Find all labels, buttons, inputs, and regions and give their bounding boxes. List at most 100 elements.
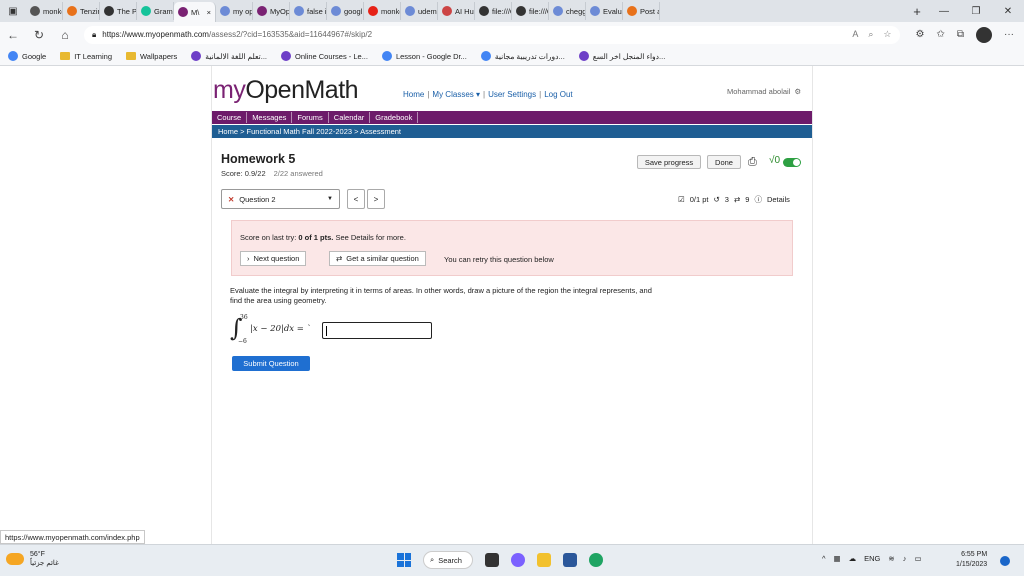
browser-tab[interactable]: chegg [549,2,586,20]
close-tab-icon[interactable]: × [207,8,211,17]
save-progress-button[interactable]: Save progress [637,155,701,169]
collections-icon[interactable]: ⧉ [957,29,964,40]
logout-link[interactable]: Log Out [544,90,572,99]
browser-tab[interactable]: AI Hus [438,2,475,20]
details-link[interactable]: Details [767,195,790,204]
clock[interactable]: 6:55 PM 1/15/2023 [956,550,987,570]
info-icon[interactable]: ⓘ [754,194,762,205]
done-button[interactable]: Done [707,155,741,169]
browser-tab[interactable]: monke [364,2,401,20]
next-question-button[interactable]: › Next question [240,251,307,266]
browser-tab[interactable]: The Pe [100,2,137,20]
browser-tab[interactable]: Post a [623,2,660,20]
weather-widget[interactable]: 56°F غائم جزئياً [6,550,59,568]
tray-app-icon[interactable]: ▦ [834,554,841,563]
url-actions: A ⌕ ☆ [852,29,891,40]
taskbar: 56°F غائم جزئياً ⌕ Search ^ ▦ ☁ ENG ≋ ♪ ▭… [0,544,1024,576]
browser-tab[interactable]: Tenzin [63,2,100,20]
site-icon [578,51,589,61]
tab-favicon-icon [141,6,151,16]
course-menu-item[interactable]: Messages [247,112,293,123]
profile-avatar[interactable] [976,26,992,43]
browser-tab[interactable]: file:///C [512,2,549,20]
browser-tab[interactable]: MyOp [253,2,290,20]
my-classes-link[interactable]: My Classes ▾ [432,90,480,99]
integrand: |x − 20|dx = ` [250,324,311,334]
browser-tab[interactable]: monke [26,2,63,20]
bookmark-item[interactable]: Google [8,51,46,61]
logo-rest: OpenMath [245,76,359,104]
language-indicator[interactable]: ENG [864,554,880,563]
home-icon[interactable]: ⌂ [52,28,78,42]
browser-tab[interactable]: my op [216,2,253,20]
bookmark-item[interactable]: دواء المنجل اخر السع... [578,51,665,61]
tab-favicon-icon [516,6,526,16]
course-menu-item[interactable]: Calendar [329,112,371,123]
browser-tab[interactable]: Gramr [137,2,174,20]
battery-icon[interactable]: ▭ [914,554,921,563]
store-icon[interactable] [563,553,577,567]
home-link[interactable]: Home [403,90,424,99]
bookmark-item[interactable]: دورات تدريبية مجانية... [480,51,565,61]
answer-input[interactable] [322,322,432,339]
next-question-arrow-button[interactable]: > [367,189,385,209]
tab-actions-icon[interactable]: ▣ [0,0,26,22]
tab-list: monke Tenzin The Pe Gramr M\ × my op MyOp false … [26,0,906,22]
chevron-right-icon: › [247,254,250,263]
tab-label: AI Hus [455,6,474,16]
math-entry-toggle[interactable] [783,158,801,167]
favorites-icon[interactable]: ✩ [936,29,944,40]
myopenmath-logo[interactable]: myOpenMath [213,76,359,105]
score-text: Score: 0.9/22 [221,169,266,178]
edge-icon[interactable] [589,553,603,567]
breadcrumb[interactable]: Home > Functional Math Fall 2022-2023 > … [212,125,812,138]
new-tab-button[interactable]: + [906,4,928,19]
bookmark-item[interactable]: تعلم اللغة الالمانية... [191,51,267,61]
user-settings-link[interactable]: User Settings [488,90,536,99]
volume-icon[interactable]: ♪ [903,554,907,563]
close-window-button[interactable]: ✕ [992,6,1024,17]
extensions-icon[interactable]: ⚙ [916,29,925,40]
chat-icon[interactable] [511,553,525,567]
zoom-icon[interactable]: ⌕ [868,29,873,40]
bookmark-item[interactable]: IT Learning [60,52,112,61]
previous-question-button[interactable]: < [347,189,365,209]
url-input[interactable]: 🔒︎ https://www.myopenmath.com/assess2/?c… [84,25,900,44]
file-explorer-icon[interactable] [537,553,551,567]
course-menu-item[interactable]: Course [212,112,248,123]
browser-tab[interactable]: googl [327,2,364,20]
course-menu-item[interactable]: Gradebook [370,112,419,123]
bookmark-item[interactable]: Wallpapers [126,52,177,61]
wifi-icon[interactable]: ≋ [888,554,894,563]
question-select[interactable]: ✕ Question 2 ▼ [221,189,340,209]
search-label: Search [438,555,462,565]
tab-label: file:///C [492,6,511,16]
taskbar-search[interactable]: ⌕ Search [423,551,473,569]
notification-badge[interactable] [1000,556,1010,566]
refresh-icon[interactable]: ↻ [26,28,52,42]
course-menu-item[interactable]: Forums [292,112,329,123]
submit-question-button[interactable]: Submit Question [232,356,310,371]
incorrect-icon: ✕ [228,194,235,204]
settings-gear-icon[interactable]: ⚙ [794,87,801,96]
bookmark-item[interactable]: Online Courses - Le... [281,51,368,61]
read-aloud-icon[interactable]: A [852,29,858,40]
favorite-star-icon[interactable]: ☆ [883,29,891,40]
more-menu-icon[interactable]: ··· [1004,29,1014,40]
print-icon[interactable]: ⎙ [748,156,757,169]
task-view-icon[interactable] [485,553,499,567]
start-icon[interactable] [397,553,411,567]
restore-button[interactable]: ❐ [960,6,992,17]
chevron-up-icon[interactable]: ^ [822,554,826,563]
browser-tab[interactable]: udemy [401,2,438,20]
cloud-icon[interactable]: ☁ [849,554,857,563]
similar-question-button[interactable]: ⇄ Get a similar question [329,251,426,266]
clock-time: 6:55 PM [961,551,988,558]
browser-tab[interactable]: false in [290,2,327,20]
bookmark-item[interactable]: Lesson - Google Dr... [381,51,467,61]
minimize-button[interactable]: — [928,6,960,17]
browser-tab[interactable]: file:///C [475,2,512,20]
back-icon[interactable]: ← [0,28,26,42]
browser-tab[interactable]: M\ × [174,2,216,22]
browser-tab[interactable]: Evaluat [586,2,623,20]
